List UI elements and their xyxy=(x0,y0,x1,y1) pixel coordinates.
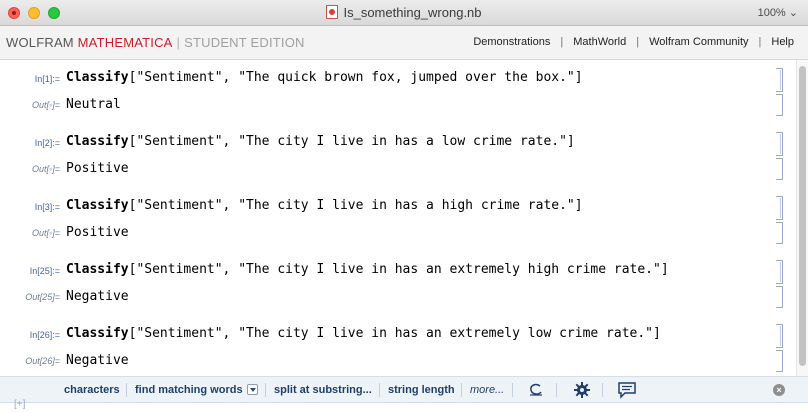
suggestion-divider xyxy=(461,383,462,397)
iteration-icon-svg xyxy=(530,383,542,396)
vertical-scrollbar[interactable] xyxy=(796,60,808,376)
output-cell[interactable]: Neutral xyxy=(66,97,121,112)
notebook-document-icon xyxy=(326,5,339,19)
cell-bracket[interactable] xyxy=(776,132,783,156)
cell-bracket[interactable] xyxy=(776,68,783,92)
output-label: Out[26]= xyxy=(25,356,60,366)
function-args: ["Sentiment", "The city I live in has a … xyxy=(128,198,583,213)
input-label: In[1]:= xyxy=(34,74,60,84)
cell-bracket[interactable] xyxy=(776,222,783,244)
gear-icon-svg xyxy=(574,382,590,398)
cell-bracket[interactable] xyxy=(776,94,783,116)
function-args: ["Sentiment", "The city I live in has an… xyxy=(128,326,661,341)
suggestion-divider xyxy=(556,383,557,397)
nav-mathworld-link[interactable]: MathWorld xyxy=(567,36,632,48)
header-bar: WOLFRAM MATHEMATICA | STUDENT EDITION Demo… xyxy=(0,26,808,60)
function-args: ["Sentiment", "The city I live in has a … xyxy=(128,134,575,149)
output-label: Out[◦]= xyxy=(32,164,60,174)
output-label: Out[◦]= xyxy=(32,100,60,110)
close-icon[interactable]: × xyxy=(773,384,785,396)
output-label: Out[25]= xyxy=(25,292,60,302)
function-name: Classify xyxy=(66,70,129,85)
suggestions-bar: characters find matching words split at … xyxy=(0,376,808,403)
brand-wolfram: WOLFRAM xyxy=(6,35,74,50)
function-name: Classify xyxy=(66,262,129,277)
nav-demonstrations-link[interactable]: Demonstrations xyxy=(467,36,556,48)
settings-gear-icon[interactable] xyxy=(572,381,592,399)
window-title: Is_something_wrong.nb xyxy=(343,5,482,20)
suggestion-label: find matching words xyxy=(135,384,243,396)
input-cell[interactable]: Classify["Sentiment", "The city I live i… xyxy=(66,326,661,341)
input-label: In[25]:= xyxy=(29,266,60,276)
notebook-area[interactable]: In[1]:= Classify["Sentiment", "The quick… xyxy=(0,60,796,376)
header-nav: Demonstrations | MathWorld | Wolfram Communi… xyxy=(467,36,800,48)
chevron-down-icon: ⌄ xyxy=(788,7,798,19)
input-label: In[26]:= xyxy=(29,330,60,340)
cell-bracket[interactable] xyxy=(776,324,783,348)
cell-bracket[interactable] xyxy=(776,286,783,308)
cell-bracket[interactable] xyxy=(776,158,783,180)
dropdown-arrow-icon[interactable] xyxy=(246,384,258,395)
suggestion-divider xyxy=(379,383,380,397)
nav-divider: | xyxy=(636,36,640,48)
function-name: Classify xyxy=(66,134,129,149)
zoom-value: 100% xyxy=(757,7,786,19)
function-name: Classify xyxy=(66,326,129,341)
output-label: Out[◦]= xyxy=(32,228,60,238)
function-name: Classify xyxy=(66,198,129,213)
brand-edition: STUDENT EDITION xyxy=(184,35,305,50)
function-args: ["Sentiment", "The city I live in has an… xyxy=(128,262,669,277)
suggestion-string-length[interactable]: string length xyxy=(388,384,455,396)
speech-bubble-icon-svg xyxy=(618,382,636,399)
function-args: ["Sentiment", "The quick brown fox, jump… xyxy=(128,70,583,85)
notebook-bottom xyxy=(0,403,808,413)
brand-separator: | xyxy=(176,35,181,50)
nav-community-link[interactable]: Wolfram Community xyxy=(643,36,754,48)
cell-bracket[interactable] xyxy=(776,350,783,372)
cell-bracket[interactable] xyxy=(776,260,783,284)
suggestion-divider xyxy=(126,383,127,397)
feedback-icon[interactable] xyxy=(617,381,637,399)
input-cell[interactable]: Classify["Sentiment", "The city I live i… xyxy=(66,134,575,149)
new-cell-button[interactable]: [+] xyxy=(14,399,25,410)
suggestion-characters[interactable]: characters xyxy=(64,384,120,396)
zoom-level[interactable]: 100% ⌄ xyxy=(758,6,798,19)
window-title-area: Is_something_wrong.nb xyxy=(0,5,808,20)
input-label: In[2]:= xyxy=(34,138,60,148)
iteration-icon[interactable] xyxy=(526,381,546,399)
nav-help-link[interactable]: Help xyxy=(765,36,800,48)
suggestion-divider xyxy=(512,383,513,397)
input-cell[interactable]: Classify["Sentiment", "The city I live i… xyxy=(66,198,583,213)
suggestion-split-at-substring[interactable]: split at substring... xyxy=(274,384,372,396)
suggestion-divider xyxy=(265,383,266,397)
output-cell[interactable]: Positive xyxy=(66,225,129,240)
input-label: In[3]:= xyxy=(34,202,60,212)
output-cell[interactable]: Negative xyxy=(66,353,129,368)
brand-logo: WOLFRAM MATHEMATICA | STUDENT EDITION xyxy=(6,35,305,50)
output-cell[interactable]: Negative xyxy=(66,289,129,304)
input-cell[interactable]: Classify["Sentiment", "The quick brown f… xyxy=(66,70,583,85)
scrollbar-thumb[interactable] xyxy=(799,66,806,366)
nav-divider: | xyxy=(560,36,564,48)
suggestion-find-matching-words[interactable]: find matching words xyxy=(135,384,258,396)
suggestion-divider xyxy=(602,383,603,397)
nav-divider: | xyxy=(758,36,762,48)
window-titlebar: Is_something_wrong.nb 100% ⌄ xyxy=(0,0,808,26)
input-cell[interactable]: Classify["Sentiment", "The city I live i… xyxy=(66,262,669,277)
cell-bracket[interactable] xyxy=(776,196,783,220)
brand-mathematica: MATHEMATICA xyxy=(77,35,173,50)
output-cell[interactable]: Positive xyxy=(66,161,129,176)
suggestion-more[interactable]: more... xyxy=(470,384,504,396)
